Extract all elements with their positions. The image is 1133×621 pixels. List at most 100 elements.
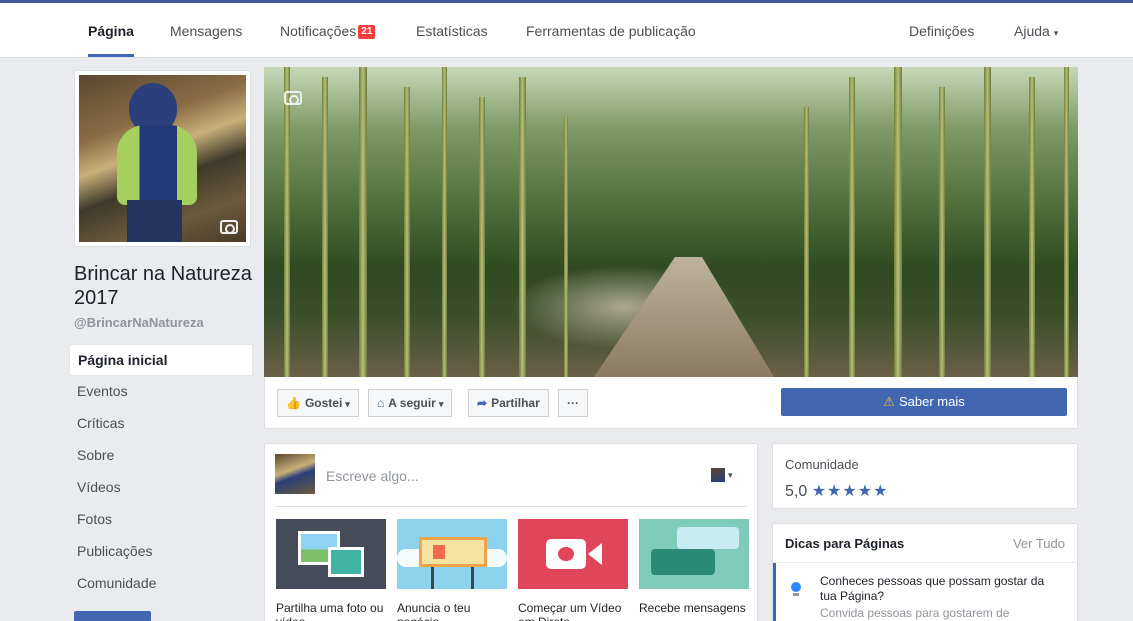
photo-detail xyxy=(558,547,574,561)
thumbs-up-icon: 👍 xyxy=(286,396,301,410)
more-button[interactable]: ··· xyxy=(558,389,588,417)
warning-icon: ⚠ xyxy=(883,394,895,409)
rss-icon: ⌂ xyxy=(377,396,385,410)
tile-label: Anuncia o teu negócio xyxy=(397,601,471,621)
photo-video-icon xyxy=(276,519,386,589)
tab-mensagens[interactable]: Mensagens xyxy=(170,3,242,57)
profile-photo xyxy=(79,75,246,242)
page-tab-bar: Página Mensagens Notificações 21 Estatíst… xyxy=(0,0,1133,58)
photo-detail xyxy=(442,67,447,377)
tab-label: Página xyxy=(88,23,134,39)
nav-item-comunidade[interactable]: Comunidade xyxy=(69,568,253,600)
page-title[interactable]: Brincar na Natureza 2017 xyxy=(74,262,259,310)
camera-icon[interactable] xyxy=(220,220,238,234)
photo-detail xyxy=(984,67,991,377)
photo-detail xyxy=(322,77,328,377)
photo-detail xyxy=(594,257,774,377)
photo-detail xyxy=(117,125,197,205)
nav-item-criticas[interactable]: Críticas xyxy=(69,408,253,440)
follow-label: A seguir xyxy=(388,396,436,410)
chevron-down-icon: ▾ xyxy=(1053,28,1059,38)
tab-label: Definições xyxy=(909,23,975,39)
tab-estatisticas[interactable]: Estatísticas xyxy=(416,3,488,57)
photo-detail xyxy=(1029,77,1035,377)
photo-detail xyxy=(328,547,364,577)
post-input[interactable]: Escreve algo... xyxy=(326,468,419,484)
tab-pagina[interactable]: Página xyxy=(88,3,134,57)
learn-more-label: Saber mais xyxy=(898,394,965,409)
rating[interactable]: 5,0 ★★★★★ xyxy=(785,481,888,501)
tab-label: Estatísticas xyxy=(416,23,488,39)
tab-label: Ajuda xyxy=(1014,23,1050,39)
photo-detail xyxy=(849,77,855,377)
photo-detail xyxy=(588,543,602,565)
billboard-icon xyxy=(397,519,507,589)
like-button[interactable]: 👍 Gostei ▾ xyxy=(277,389,359,417)
photo-detail xyxy=(939,87,945,377)
page-handle[interactable]: @BrincarNaNatureza xyxy=(74,315,204,330)
community-card: Comunidade 5,0 ★★★★★ xyxy=(772,443,1078,509)
photo-detail xyxy=(419,537,487,567)
lightbulb-icon xyxy=(791,582,801,596)
more-icon: ··· xyxy=(567,396,579,410)
photo-detail xyxy=(894,67,902,377)
see-all-link[interactable]: Ver Tudo xyxy=(1013,536,1065,551)
tip-text[interactable]: Conheces pessoas que possam gostar da tu… xyxy=(820,574,1060,604)
tile-label: Começar um Vídeo em Direto xyxy=(518,601,622,621)
page-tips-card: Dicas para Páginas Ver Tudo Conheces pes… xyxy=(772,523,1078,621)
tab-label: Ferramentas de publicação xyxy=(526,23,696,39)
advertise-tile[interactable]: Anuncia o teu negócio xyxy=(397,519,507,621)
tab-notificacoes[interactable]: Notificações 21 xyxy=(280,3,376,57)
identity-selector[interactable]: ▾ xyxy=(711,467,741,483)
nav-item-eventos[interactable]: Eventos xyxy=(69,376,253,408)
share-button[interactable]: ➦ Partilhar xyxy=(468,389,549,417)
rating-value: 5,0 xyxy=(785,483,808,500)
photo-detail xyxy=(433,545,445,559)
tab-ajuda[interactable]: Ajuda ▾ xyxy=(1014,3,1058,57)
notification-badge: 21 xyxy=(358,25,376,39)
photo-detail xyxy=(651,549,715,575)
follow-button[interactable]: ⌂ A seguir ▾ xyxy=(368,389,453,417)
camera-icon[interactable] xyxy=(284,91,302,105)
cover-photo[interactable] xyxy=(264,67,1078,377)
photo-detail xyxy=(127,200,182,242)
page-action-bar: 👍 Gostei ▾ ⌂ A seguir ▾ ➦ Partilhar ··· ⚠ Sabe… xyxy=(264,377,1078,429)
profile-picture[interactable] xyxy=(74,70,251,247)
nav-item-fotos[interactable]: Fotos xyxy=(69,504,253,536)
photo-detail xyxy=(519,77,526,377)
tip-subtext[interactable]: Convida pessoas para gostarem de xyxy=(820,606,1060,621)
divider xyxy=(773,562,1077,563)
nav-item-publicacoes[interactable]: Publicações xyxy=(69,536,253,568)
tile-label: Partilha uma foto ou vídeo xyxy=(276,601,384,621)
avatar xyxy=(711,468,725,482)
nav-item-pagina-inicial[interactable]: Página inicial xyxy=(69,344,253,376)
live-video-tile[interactable]: Começar um Vídeo em Direto xyxy=(518,519,628,621)
share-photo-tile[interactable]: Partilha uma foto ou vídeo xyxy=(276,519,386,621)
photo-detail xyxy=(1064,67,1069,377)
tab-definicoes[interactable]: Definições xyxy=(909,3,974,57)
share-icon: ➦ xyxy=(477,396,488,410)
tab-label: Notificações xyxy=(280,23,357,39)
photo-detail xyxy=(564,117,568,377)
nav-item-videos[interactable]: Vídeos xyxy=(69,472,253,504)
tip-accent xyxy=(773,563,776,621)
get-messages-tile[interactable]: Recebe mensagens xyxy=(639,519,749,615)
community-title: Comunidade xyxy=(785,457,859,472)
photo-detail xyxy=(404,87,410,377)
tab-label: Mensagens xyxy=(170,23,243,39)
tab-ferramentas[interactable]: Ferramentas de publicação xyxy=(526,3,696,57)
star-rating-icon: ★★★★★ xyxy=(811,483,889,500)
avatar xyxy=(275,454,315,494)
like-label: Gostei xyxy=(304,396,343,410)
post-composer: Escreve algo... ▾ Partilha uma foto ou v… xyxy=(264,443,758,621)
create-page-button[interactable] xyxy=(74,611,151,621)
photo-detail xyxy=(677,527,739,549)
learn-more-button[interactable]: ⚠ Saber mais xyxy=(781,388,1067,416)
left-nav: Página inicial Eventos Críticas Sobre Ví… xyxy=(69,344,253,600)
photo-detail xyxy=(284,67,290,377)
photo-detail xyxy=(359,67,367,377)
chevron-down-icon: ▾ xyxy=(438,399,444,409)
tile-label: Recebe mensagens xyxy=(639,601,746,615)
live-video-icon xyxy=(518,519,628,589)
nav-item-sobre[interactable]: Sobre xyxy=(69,440,253,472)
